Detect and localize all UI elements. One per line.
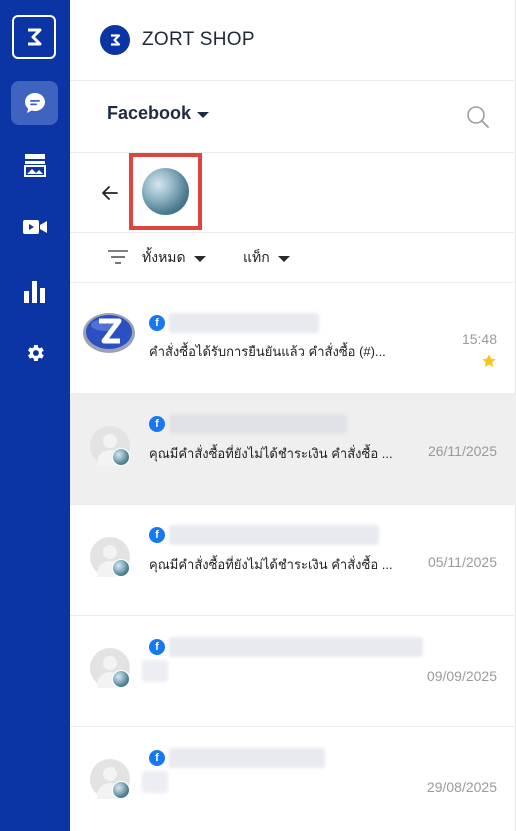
page-mini-avatar <box>112 781 130 799</box>
contact-name-blurred <box>169 414 347 434</box>
gallery-icon <box>23 153 46 177</box>
nav-settings-button[interactable] <box>11 331 58 375</box>
zort-logo-icon[interactable] <box>12 15 56 59</box>
video-icon <box>22 218 47 236</box>
avatar <box>90 537 130 577</box>
message-preview-blurred <box>142 771 168 793</box>
user-placeholder-icon <box>103 545 117 559</box>
nav-video-button[interactable] <box>11 205 58 249</box>
filter-icon[interactable] <box>108 249 128 265</box>
contact-name-blurred <box>169 525 379 545</box>
filter-bar: ทั้งหมด แท็ก <box>70 233 516 283</box>
channel-dropdown[interactable]: Facebook <box>107 103 210 124</box>
contact-name-blurred <box>169 637 423 657</box>
message-time: 09/09/2025 <box>426 668 497 684</box>
page-avatar[interactable] <box>142 168 189 215</box>
search-button[interactable] <box>466 105 490 129</box>
chat-icon <box>23 91 47 115</box>
shop-logo-icon <box>100 25 130 55</box>
list-item[interactable]: f 29/08/2025 <box>70 727 516 831</box>
avatar <box>90 426 130 466</box>
nav-gallery-button[interactable] <box>11 143 58 187</box>
facebook-icon: f <box>149 315 165 331</box>
message-time: 29/08/2025 <box>426 779 497 795</box>
filter-tag-label: แท็ก <box>243 249 270 265</box>
search-icon <box>466 106 490 133</box>
chevron-down-icon <box>193 256 206 262</box>
list-item[interactable]: f คุณมีคำสั่งซื้อที่ยังไม่ได้ชำระเงิน คำ… <box>70 505 516 616</box>
facebook-icon: f <box>149 750 165 766</box>
channel-label: Facebook <box>107 103 192 123</box>
facebook-icon: f <box>149 416 165 432</box>
chevron-down-icon <box>197 111 210 118</box>
star-icon[interactable] <box>481 353 497 369</box>
message-preview: คำสั่งซื้อได้รับการยืนยันแล้ว คำสั่งซื้อ… <box>149 344 386 359</box>
user-placeholder-icon <box>103 434 117 448</box>
arrow-left-icon <box>100 186 120 207</box>
bar-chart-icon <box>23 281 46 303</box>
list-item[interactable]: f คำสั่งซื้อได้รับการยืนยันแล้ว คำสั่งซื… <box>70 283 516 394</box>
message-preview-blurred <box>142 660 168 682</box>
nav-chat-button[interactable] <box>11 81 58 125</box>
nav-reports-button[interactable] <box>11 270 58 314</box>
contact-name-blurred <box>169 313 319 333</box>
message-time: 05/11/2025 <box>427 554 497 570</box>
facebook-icon: f <box>149 639 165 655</box>
user-placeholder-icon <box>103 656 117 670</box>
message-preview: คุณมีคำสั่งซื้อที่ยังไม่ได้ชำระเงิน คำสั… <box>149 446 393 461</box>
channel-bar: Facebook <box>70 81 516 153</box>
page-mini-avatar <box>112 448 130 466</box>
facebook-icon: f <box>149 527 165 543</box>
list-item[interactable]: f 09/09/2025 <box>70 616 516 727</box>
conversation-panel: ZORT SHOP Facebook ทั้งหมด แท็ก f คำสั่ง… <box>70 0 516 831</box>
back-button[interactable] <box>100 183 120 203</box>
avatar <box>90 648 130 688</box>
zort-avatar-icon <box>82 311 136 355</box>
user-placeholder-icon <box>103 767 117 781</box>
filter-tag-dropdown[interactable]: แท็ก <box>243 247 290 269</box>
filter-all-dropdown[interactable]: ทั้งหมด <box>142 247 206 269</box>
gear-icon <box>24 342 46 364</box>
message-time: 26/11/2025 <box>427 443 497 459</box>
page-mini-avatar <box>112 559 130 577</box>
page-mini-avatar <box>112 670 130 688</box>
page-selector-bar <box>70 153 516 233</box>
contact-name-blurred <box>169 748 325 768</box>
conversation-list: f คำสั่งซื้อได้รับการยืนยันแล้ว คำสั่งซื… <box>70 283 516 831</box>
shop-header: ZORT SHOP <box>70 0 516 81</box>
filter-all-label: ทั้งหมด <box>142 249 186 265</box>
list-item[interactable]: f คุณมีคำสั่งซื้อที่ยังไม่ได้ชำระเงิน คำ… <box>70 394 516 505</box>
shop-name: ZORT SHOP <box>142 29 255 50</box>
message-time: 15:48 <box>461 331 497 347</box>
avatar <box>90 759 130 799</box>
message-preview: คุณมีคำสั่งซื้อที่ยังไม่ได้ชำระเงิน คำสั… <box>149 557 393 572</box>
chevron-down-icon <box>277 256 290 262</box>
selected-page-highlight[interactable] <box>129 153 202 230</box>
app-root: ZORT SHOP Facebook ทั้งหมด แท็ก f คำสั่ง… <box>0 0 516 831</box>
left-nav-rail <box>0 0 70 831</box>
